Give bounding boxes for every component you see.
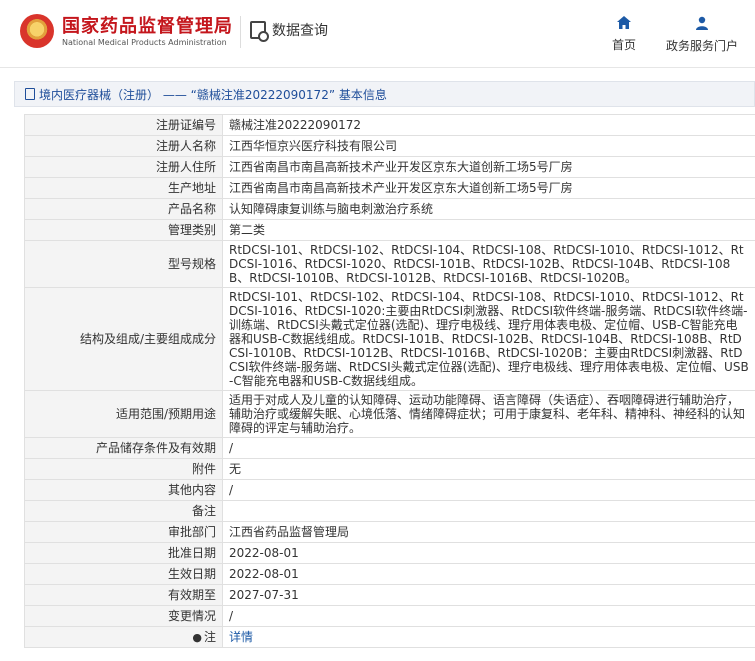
table-row: 产品储存条件及有效期 / bbox=[24, 437, 755, 459]
row-value: 江西省南昌市南昌高新技术产业开发区京东大道创新工场5号厂房 bbox=[222, 177, 755, 199]
detail-title-bar: 境内医疗器械（注册） —— “赣械注准20222090172” 基本信息 bbox=[14, 81, 755, 107]
row-label: 注册人住所 bbox=[24, 156, 223, 178]
home-icon bbox=[612, 16, 636, 32]
site-header: ★ 国家药品监督管理局 National Medical Products Ad… bbox=[0, 0, 755, 68]
row-label: 产品名称 bbox=[24, 198, 223, 220]
row-label: 适用范围/预期用途 bbox=[24, 390, 223, 438]
table-row: 审批部门 江西省药品监督管理局 bbox=[24, 521, 755, 543]
data-query-label: 数据查询 bbox=[272, 23, 328, 39]
data-query-link[interactable]: 数据查询 bbox=[250, 20, 328, 42]
table-row: 注册证编号 赣械注准20222090172 bbox=[24, 114, 755, 136]
user-icon bbox=[666, 16, 738, 33]
row-label: 产品储存条件及有效期 bbox=[24, 437, 223, 459]
row-value: 江西省药品监督管理局 bbox=[222, 521, 755, 543]
nav-home[interactable]: 首页 bbox=[612, 16, 636, 53]
note-row: ● 注 详情 bbox=[24, 626, 755, 648]
row-value: 江西华恒京兴医疗科技有限公司 bbox=[222, 135, 755, 157]
row-label: 批准日期 bbox=[24, 542, 223, 564]
national-emblem-logo: ★ bbox=[20, 14, 54, 48]
nav-home-label: 首页 bbox=[612, 38, 637, 52]
pin-icon: ● bbox=[192, 630, 202, 644]
row-label: 有效期至 bbox=[24, 584, 223, 606]
row-value: 适用于对成人及儿童的认知障碍、运动功能障碍、语言障碍（失语症）、吞咽障碍进行辅助… bbox=[222, 390, 755, 438]
table-row: 型号规格 RtDCSI-101、RtDCSI-102、RtDCSI-104、Rt… bbox=[24, 240, 755, 288]
details-link[interactable]: 详情 bbox=[229, 630, 253, 644]
brand-title-en: National Medical Products Administration bbox=[62, 38, 227, 47]
row-label: 备注 bbox=[24, 500, 223, 522]
table-row: 批准日期 2022-08-01 bbox=[24, 542, 755, 564]
nav-service-label: 政务服务门户 bbox=[666, 39, 739, 53]
note-label: 注 bbox=[203, 629, 216, 644]
row-label: 型号规格 bbox=[24, 240, 223, 288]
row-value: / bbox=[222, 479, 755, 501]
header-divider bbox=[240, 16, 241, 48]
table-row: 适用范围/预期用途 适用于对成人及儿童的认知障碍、运动功能障碍、语言障碍（失语症… bbox=[24, 390, 755, 438]
row-label: 结构及组成/主要组成成分 bbox=[24, 287, 223, 391]
row-value: 江西省南昌市南昌高新技术产业开发区京东大道创新工场5号厂房 bbox=[222, 156, 755, 178]
row-value: 第二类 bbox=[222, 219, 755, 241]
row-value: 无 bbox=[222, 458, 755, 480]
row-label: 生产地址 bbox=[24, 177, 223, 199]
table-row: 生产地址 江西省南昌市南昌高新技术产业开发区京东大道创新工场5号厂房 bbox=[24, 177, 755, 199]
row-value: 认知障碍康复训练与脑电刺激治疗系统 bbox=[222, 198, 755, 220]
detail-table: 注册证编号 赣械注准20222090172 注册人名称 江西华恒京兴医疗科技有限… bbox=[24, 114, 755, 648]
row-value: 2022-08-01 bbox=[222, 542, 755, 564]
row-label: 生效日期 bbox=[24, 563, 223, 585]
document-icon bbox=[25, 88, 35, 100]
table-row: 产品名称 认知障碍康复训练与脑电刺激治疗系统 bbox=[24, 198, 755, 220]
table-row: 注册人住所 江西省南昌市南昌高新技术产业开发区京东大道创新工场5号厂房 bbox=[24, 156, 755, 178]
table-row: 附件 无 bbox=[24, 458, 755, 480]
row-value: RtDCSI-101、RtDCSI-102、RtDCSI-104、RtDCSI-… bbox=[222, 240, 755, 288]
row-label: 管理类别 bbox=[24, 219, 223, 241]
row-value: / bbox=[222, 437, 755, 459]
row-label: 其他内容 bbox=[24, 479, 223, 501]
table-row: 备注 bbox=[24, 500, 755, 522]
row-value bbox=[222, 500, 755, 522]
table-row: 注册人名称 江西华恒京兴医疗科技有限公司 bbox=[24, 135, 755, 157]
table-row: 结构及组成/主要组成成分 RtDCSI-101、RtDCSI-102、RtDCS… bbox=[24, 287, 755, 391]
row-value: 2027-07-31 bbox=[222, 584, 755, 606]
table-row: 生效日期 2022-08-01 bbox=[24, 563, 755, 585]
table-row: 变更情况 / bbox=[24, 605, 755, 627]
row-value: / bbox=[222, 605, 755, 627]
row-value: 赣械注准20222090172 bbox=[222, 114, 755, 136]
note-value-cell: 详情 bbox=[222, 626, 755, 648]
row-value: 2022-08-01 bbox=[222, 563, 755, 585]
row-label: 注册证编号 bbox=[24, 114, 223, 136]
brand-title-cn: 国家药品监督管理局 bbox=[62, 16, 233, 37]
note-label-cell: ● 注 bbox=[24, 626, 223, 648]
row-label: 注册人名称 bbox=[24, 135, 223, 157]
data-query-icon bbox=[250, 21, 269, 42]
row-label: 审批部门 bbox=[24, 521, 223, 543]
nav-service-portal[interactable]: 政务服务门户 bbox=[666, 16, 738, 54]
detail-title-text: 境内医疗器械（注册） —— “赣械注准20222090172” 基本信息 bbox=[39, 87, 387, 102]
row-value: RtDCSI-101、RtDCSI-102、RtDCSI-104、RtDCSI-… bbox=[222, 287, 755, 391]
table-row: 其他内容 / bbox=[24, 479, 755, 501]
table-row: 有效期至 2027-07-31 bbox=[24, 584, 755, 606]
table-row: 管理类别 第二类 bbox=[24, 219, 755, 241]
row-label: 变更情况 bbox=[24, 605, 223, 627]
row-label: 附件 bbox=[24, 458, 223, 480]
